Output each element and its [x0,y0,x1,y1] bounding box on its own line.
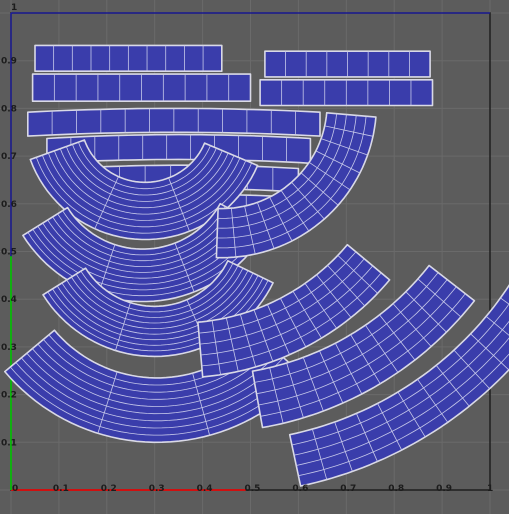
u-tick-label: 0.2 [101,484,117,494]
v-tick-label: 0.3 [1,343,17,353]
uv-shell-bent-strip-1[interactable] [26,107,321,137]
v-tick-label: 0.9 [1,57,17,67]
v-tick-label: 0.7 [1,152,17,162]
u-tick-label: 0.4 [197,484,213,494]
uv-editor-viewport[interactable]: 0 0.1 0.2 0.3 0.4 0.5 0.6 0.7 0.8 0.9 1 0.1 0.2 0.3 0.… [0,0,509,514]
v-tick-label: 0.5 [1,248,17,258]
u-tick-label: 1 [487,484,493,494]
uv-shell-strip-3[interactable] [264,50,431,78]
v-tick-label: 0.1 [1,438,17,448]
uv-canvas[interactable]: 0 0.1 0.2 0.3 0.4 0.5 0.6 0.7 0.8 0.9 1 0.1 0.2 0.3 0.… [0,0,509,514]
u-tick-label: 0.3 [149,484,165,494]
uv-shell-strip-1[interactable] [34,44,223,72]
v-tick-label: 0.4 [1,295,17,305]
v-tick-label-top: 1 [11,3,17,13]
uv-shell-strip-4[interactable] [259,79,434,107]
v-tick-label: 0.2 [1,391,17,401]
v-tick-label: 0.8 [1,104,17,114]
uv-shell-strip-2[interactable] [31,73,252,102]
u-tick-label: 0.9 [436,484,452,494]
u-tick-label: 0.8 [388,484,404,494]
u-tick-label: 0.7 [340,484,356,494]
u-tick-label: 0.5 [245,484,261,494]
u-tick-label: 0.1 [53,484,69,494]
v-tick-label: 0.6 [1,200,17,210]
u-tick-label: 0 [12,484,18,494]
u-tick-label: 0.6 [292,484,308,494]
